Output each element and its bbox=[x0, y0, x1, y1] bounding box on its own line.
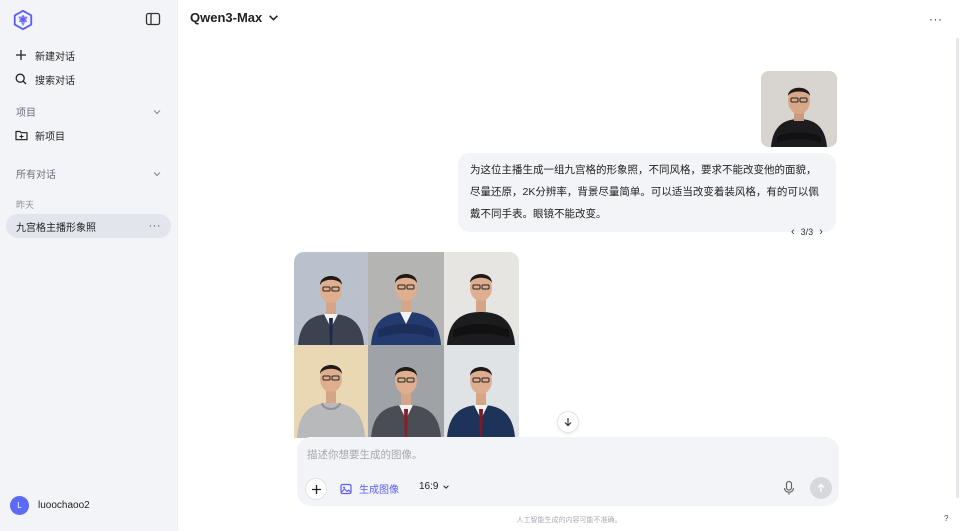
more-options-icon[interactable]: ··· bbox=[149, 220, 162, 232]
sidebar-chat-item[interactable]: 九宫格主播形象照 ··· bbox=[6, 214, 171, 238]
scrollbar[interactable] bbox=[956, 38, 959, 498]
microphone-icon[interactable] bbox=[781, 480, 797, 496]
all-chats-section-header[interactable]: 所有对话 bbox=[16, 166, 162, 181]
prompt-input[interactable] bbox=[307, 446, 827, 464]
new-chat-label: 新建对话 bbox=[35, 51, 75, 63]
composer: 生成图像 16:9 bbox=[297, 437, 839, 506]
new-chat-button[interactable]: 新建对话 bbox=[14, 45, 75, 65]
more-options-icon[interactable]: ··· bbox=[929, 12, 943, 26]
portrait-cell bbox=[368, 252, 444, 345]
chevron-down-icon bbox=[153, 171, 161, 176]
message-pager: ‹ 3/3 › bbox=[791, 226, 823, 238]
plus-icon bbox=[14, 48, 28, 62]
portrait-cell bbox=[444, 252, 519, 345]
chevron-down-icon bbox=[269, 15, 279, 21]
chevron-right-icon[interactable]: › bbox=[819, 226, 823, 238]
user-message: 为这位主播生成一组九宫格的形象照，不同风格，要求不能改变他的面貌，尽量还原，2K… bbox=[458, 153, 836, 232]
sidebar: 新建对话 搜索对话 项目 新项目 所有对话 昨天 九宫格主播形象照 ··· L … bbox=[0, 0, 178, 531]
arrow-up-icon bbox=[817, 483, 825, 492]
avatar: L bbox=[10, 496, 29, 515]
folder-plus-icon bbox=[14, 128, 28, 142]
user-name: luoochaoo2 bbox=[38, 500, 90, 511]
generated-image[interactable] bbox=[294, 252, 519, 438]
search-chat-label: 搜索对话 bbox=[35, 75, 75, 87]
chevron-left-icon[interactable]: ‹ bbox=[791, 226, 795, 238]
pager-label: 3/3 bbox=[800, 227, 814, 237]
chevron-down-icon bbox=[443, 484, 450, 489]
search-icon bbox=[14, 72, 28, 86]
uploaded-photo[interactable] bbox=[761, 71, 837, 147]
user-profile[interactable]: L luoochaoo2 bbox=[10, 496, 90, 515]
aspect-ratio-value: 16:9 bbox=[419, 481, 439, 492]
chat-item-title: 九宫格主播形象照 bbox=[16, 222, 96, 234]
sidebar-toggle-icon[interactable] bbox=[145, 11, 161, 27]
model-name: Qwen3-Max bbox=[190, 10, 263, 25]
new-project-label: 新项目 bbox=[35, 131, 65, 143]
aspect-ratio-select[interactable]: 16:9 bbox=[419, 481, 450, 492]
image-icon bbox=[340, 483, 352, 494]
portrait-cell bbox=[294, 252, 368, 345]
plus-icon bbox=[311, 484, 321, 494]
send-button[interactable] bbox=[810, 477, 832, 499]
portrait-cell bbox=[294, 345, 368, 438]
projects-heading: 项目 bbox=[16, 108, 36, 119]
qwen-logo-icon[interactable] bbox=[12, 9, 34, 31]
day-group-label: 昨天 bbox=[16, 200, 35, 210]
disclaimer: 人工智能生成的内容可能不准确。 bbox=[516, 517, 622, 524]
help-button[interactable]: ? bbox=[944, 514, 948, 523]
search-chat-button[interactable]: 搜索对话 bbox=[14, 69, 75, 89]
chevron-down-icon bbox=[153, 109, 161, 114]
portrait-cell bbox=[368, 345, 444, 438]
scroll-to-bottom-button[interactable] bbox=[557, 411, 579, 433]
new-project-button[interactable]: 新项目 bbox=[14, 125, 65, 145]
model-selector[interactable]: Qwen3-Max bbox=[190, 10, 279, 25]
arrow-down-icon bbox=[564, 418, 572, 427]
generate-image-label: 生成图像 bbox=[359, 485, 399, 496]
projects-section-header[interactable]: 项目 bbox=[16, 104, 162, 119]
generate-image-toggle[interactable]: 生成图像 bbox=[340, 481, 399, 496]
all-chats-heading: 所有对话 bbox=[16, 170, 56, 181]
portrait-cell bbox=[444, 345, 519, 438]
attach-button[interactable] bbox=[305, 478, 327, 500]
